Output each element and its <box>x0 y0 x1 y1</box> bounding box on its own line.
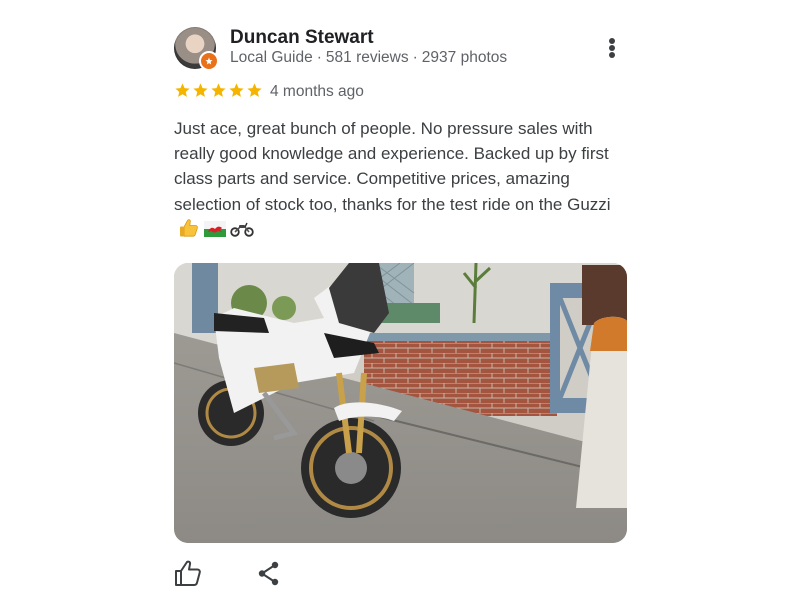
share-icon <box>258 561 279 586</box>
meta-separator: · <box>316 49 322 66</box>
review-body: Just ace, great bunch of people. No pres… <box>174 119 611 214</box>
star-icon <box>229 83 244 97</box>
reviewer-name[interactable]: Duncan Stewart <box>230 27 374 49</box>
motorcycle-emoji <box>230 219 254 244</box>
meta-separator: · <box>412 49 418 66</box>
local-guide-badge-icon <box>199 51 219 71</box>
more-options-button[interactable] <box>600 34 624 62</box>
like-button[interactable] <box>172 559 204 589</box>
reviewer-photo-count: 2937 photos <box>421 49 508 66</box>
motorcycle-photo <box>174 263 627 543</box>
reviewer-meta: Local Guide · 581 reviews · 2937 photos <box>230 49 507 67</box>
thumbs-up-icon <box>175 560 201 586</box>
star-icon <box>247 83 262 97</box>
reviewer-review-count: 581 reviews <box>325 49 409 66</box>
share-button[interactable] <box>254 559 284 589</box>
thumbs-up-emoji <box>178 217 200 246</box>
wales-flag-emoji <box>204 219 226 244</box>
star-rating <box>174 82 263 99</box>
star-icon <box>193 83 208 97</box>
star-icon <box>175 83 190 97</box>
star-icon <box>211 83 226 97</box>
review-date: 4 months ago <box>270 83 364 100</box>
review-photo[interactable] <box>174 263 627 543</box>
review-card: Duncan Stewart Local Guide · 581 reviews · 2… <box>0 0 800 600</box>
reviewer-role: Local Guide <box>230 49 313 66</box>
review-text: Just ace, great bunch of people. No pres… <box>174 116 634 246</box>
reviewer-avatar[interactable] <box>174 27 219 71</box>
